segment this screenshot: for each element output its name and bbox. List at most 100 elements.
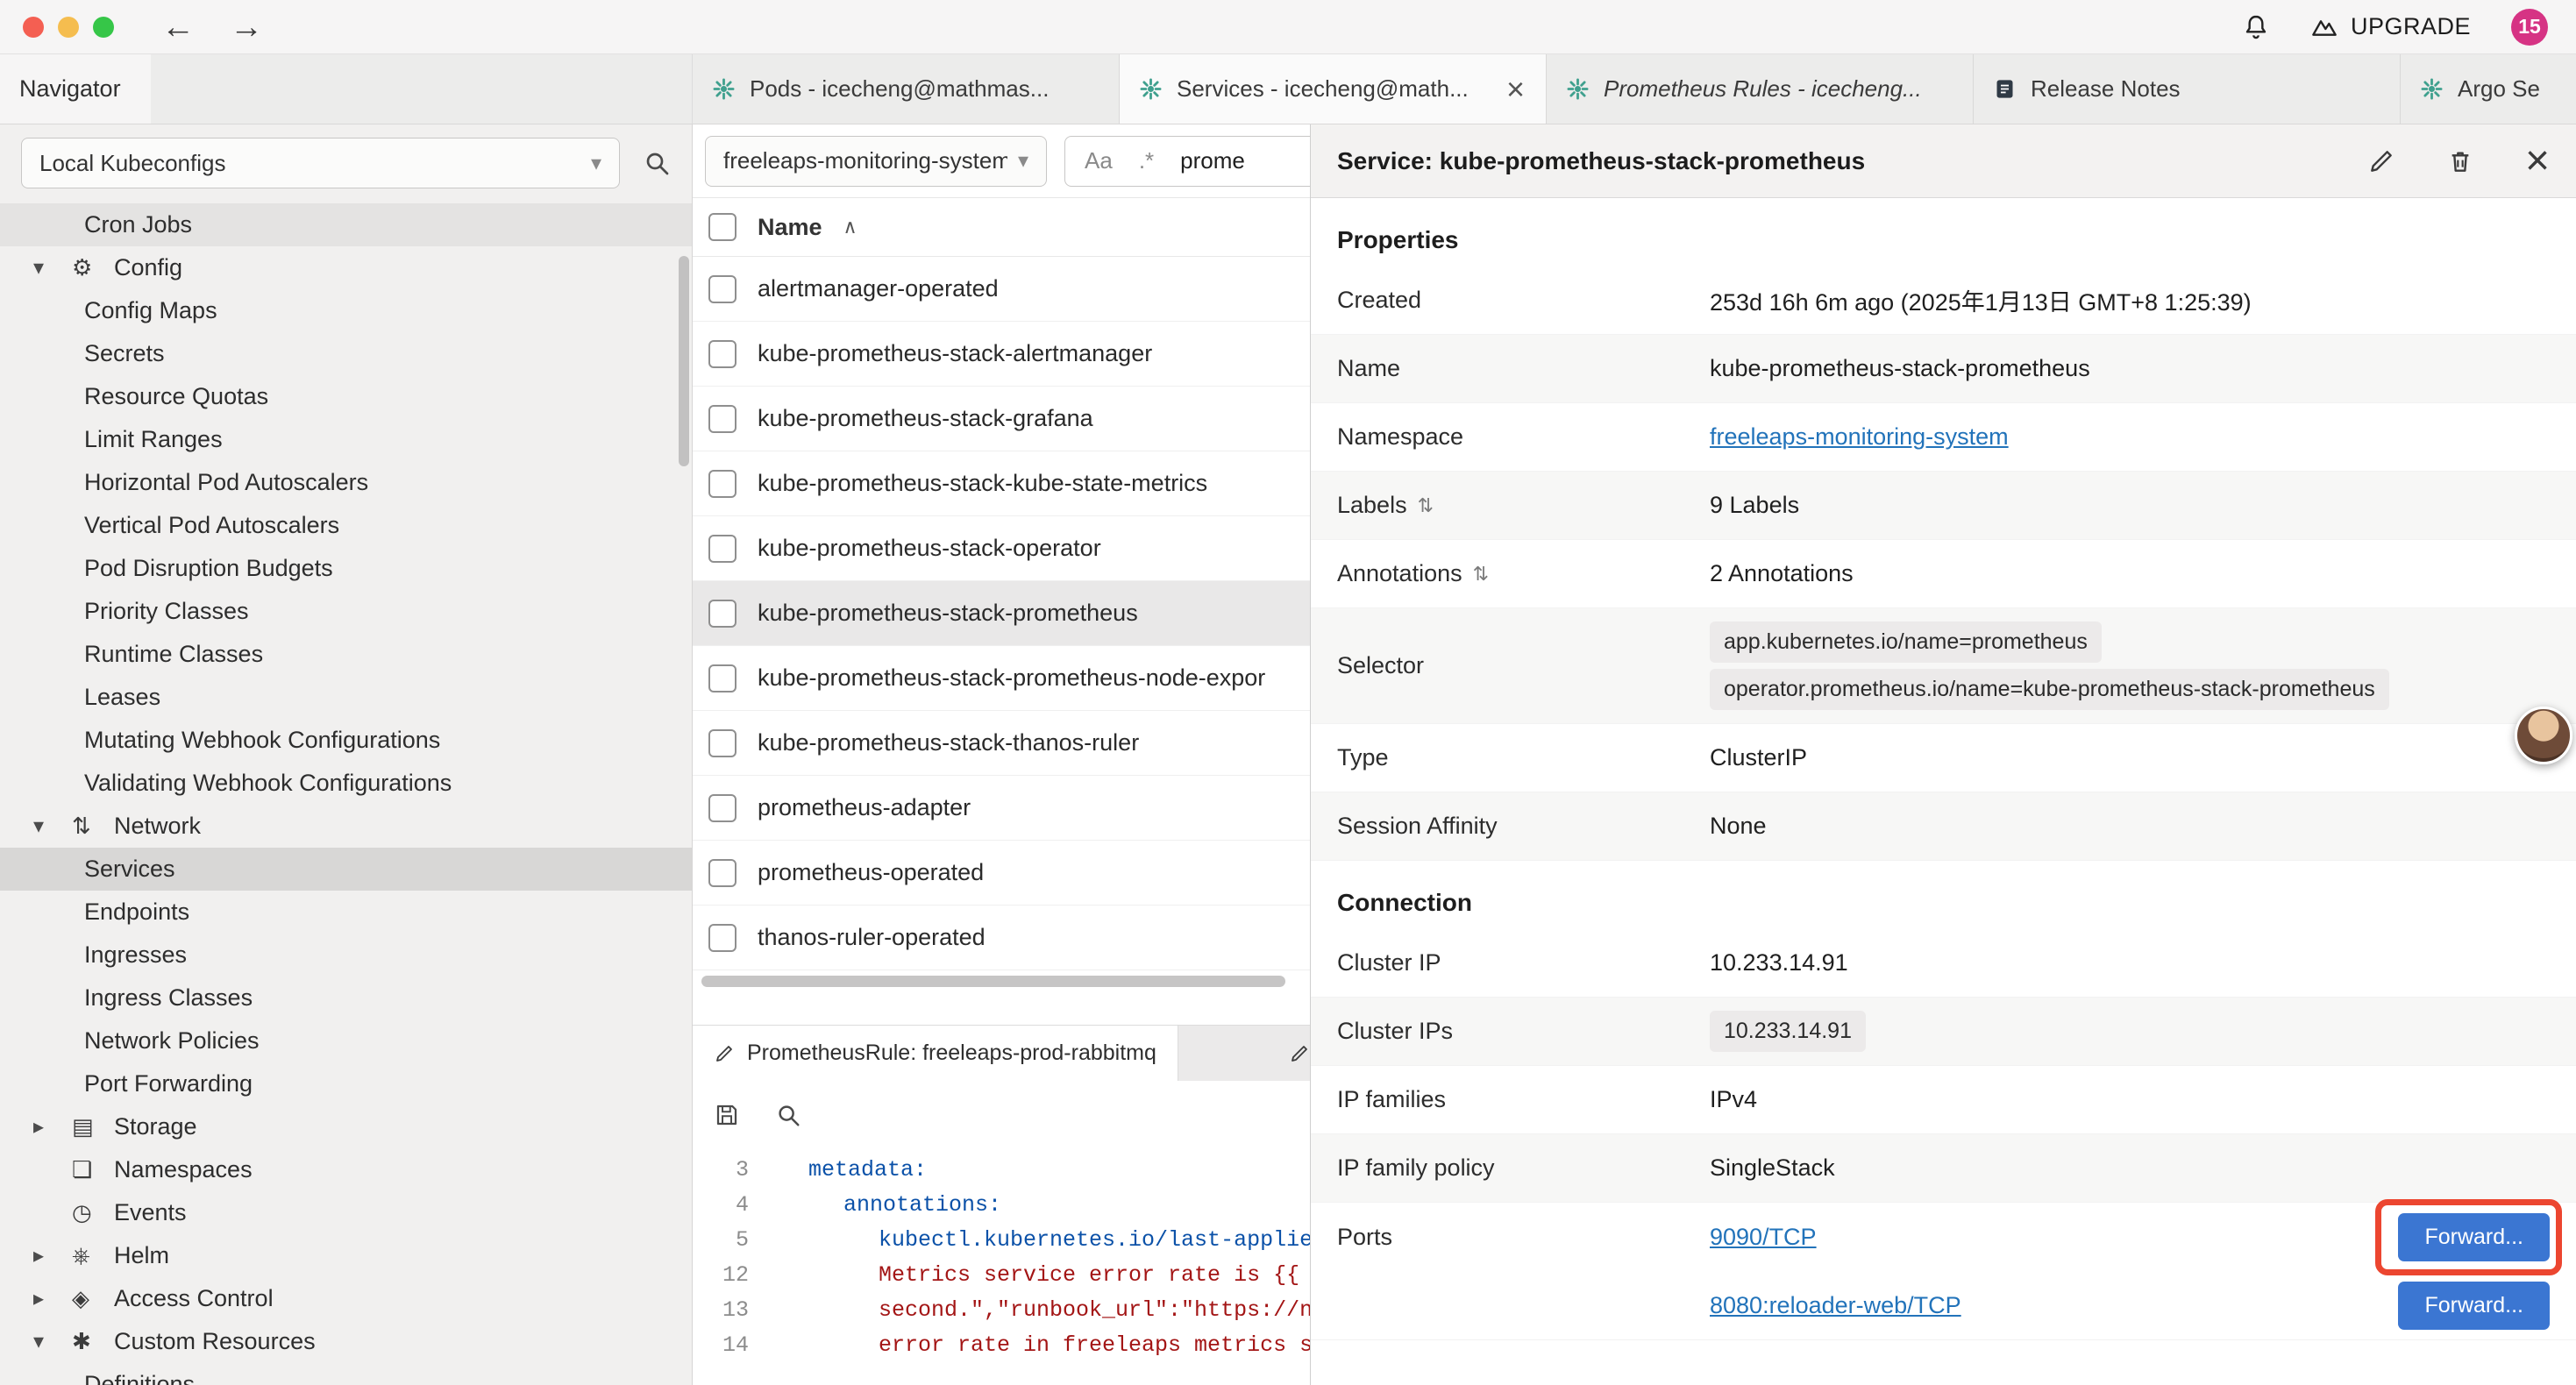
port-forward-button[interactable]: Forward... <box>2398 1213 2550 1261</box>
close-drawer-icon[interactable]: × <box>2525 140 2550 182</box>
close-window-button[interactable] <box>23 17 44 38</box>
table-row-prometheus-operated[interactable]: prometheus-operated <box>693 841 1310 906</box>
chevron-down-icon[interactable]: ▾ <box>33 255 72 281</box>
match-case-toggle[interactable]: Aa <box>1085 147 1113 174</box>
table-row-prometheus-adapter[interactable]: prometheus-adapter <box>693 776 1310 841</box>
table-row-alertmanager-operated[interactable]: alertmanager-operated <box>693 257 1310 322</box>
sidebar-item-secrets[interactable]: Secrets <box>0 332 692 375</box>
kubeconfig-selector[interactable]: Local Kubeconfigs ▾ <box>21 138 620 188</box>
name-column-header[interactable]: Name <box>758 214 822 241</box>
editor-tab-prometheusrule[interactable]: PrometheusRule: freeleaps-prod-rabbitmq <box>693 1026 1178 1081</box>
sidebar-item-network-policies[interactable]: Network Policies <box>0 1019 692 1062</box>
tab-release-notes[interactable]: Release Notes <box>1974 54 2401 124</box>
sidebar-item-access-control[interactable]: ▸◈Access Control <box>0 1277 692 1320</box>
sort-ascending-icon[interactable]: ∧ <box>843 216 857 238</box>
row-checkbox[interactable] <box>708 859 737 887</box>
row-checkbox[interactable] <box>708 275 737 303</box>
namespace-selector[interactable]: freeleaps-monitoring-system ▾ <box>705 136 1047 187</box>
table-row-kube-prometheus-stack-kube-state-metrics[interactable]: kube-prometheus-stack-kube-state-metrics <box>693 451 1310 516</box>
minimize-window-button[interactable] <box>58 17 79 38</box>
sidebar-item-endpoints[interactable]: Endpoints <box>0 891 692 934</box>
port-forward-button[interactable]: Forward... <box>2398 1282 2550 1330</box>
resource-list-panel: freeleaps-monitoring-system ▾ Aa .* prom… <box>693 124 1311 1385</box>
editor-search-icon[interactable] <box>775 1102 801 1128</box>
sidebar-item-namespaces[interactable]: ❏Namespaces <box>0 1148 692 1191</box>
sidebar-item-definitions[interactable]: Definitions <box>0 1363 692 1385</box>
sidebar-item-pod-disruption-budgets[interactable]: Pod Disruption Budgets <box>0 547 692 590</box>
back-arrow-icon[interactable]: ← <box>161 2 195 53</box>
row-checkbox[interactable] <box>708 470 737 498</box>
kubeconfig-bar: Local Kubeconfigs ▾ <box>0 124 692 202</box>
row-checkbox[interactable] <box>708 405 737 433</box>
sidebar-item-events[interactable]: ◷Events <box>0 1191 692 1234</box>
horizontal-scrollbar[interactable] <box>701 976 1285 987</box>
chevron-down-icon[interactable]: ▾ <box>33 1329 72 1354</box>
maximize-window-button[interactable] <box>93 17 114 38</box>
chevron-down-icon[interactable]: ▾ <box>33 813 72 839</box>
select-all-checkbox[interactable] <box>708 213 737 241</box>
table-row-kube-prometheus-stack-prometheus-node-expor[interactable]: kube-prometheus-stack-prometheus-node-ex… <box>693 646 1310 711</box>
notifications-bell-icon[interactable] <box>2242 13 2270 41</box>
editor-tab-partial[interactable] <box>1178 1026 1310 1081</box>
chevron-right-icon[interactable]: ▸ <box>33 1114 72 1140</box>
row-checkbox[interactable] <box>708 340 737 368</box>
sidebar-item-validating-webhook-configurations[interactable]: Validating Webhook Configurations <box>0 762 692 805</box>
table-row-kube-prometheus-stack-thanos-ruler[interactable]: kube-prometheus-stack-thanos-ruler <box>693 711 1310 776</box>
row-checkbox[interactable] <box>708 600 737 628</box>
sidebar-item-storage[interactable]: ▸▤Storage <box>0 1105 692 1148</box>
vertical-scrollbar[interactable] <box>679 256 689 466</box>
sidebar-item-leases[interactable]: Leases <box>0 676 692 719</box>
navigator-panel-tab[interactable]: Navigator <box>0 54 151 124</box>
sidebar-item-services[interactable]: Services <box>0 848 692 891</box>
tab-services-icecheng-math[interactable]: Services - icecheng@math...× <box>1120 54 1547 124</box>
sidebar-item-helm[interactable]: ▸⎈Helm <box>0 1234 692 1277</box>
sort-updown-icon[interactable]: ⇅ <box>1473 563 1489 586</box>
sidebar-search-icon[interactable] <box>643 149 671 177</box>
port-link[interactable]: 8080:reloader-web/TCP <box>1710 1292 1961 1319</box>
sidebar-item-network[interactable]: ▾⇅Network <box>0 805 692 848</box>
row-checkbox[interactable] <box>708 794 737 822</box>
table-row-kube-prometheus-stack-operator[interactable]: kube-prometheus-stack-operator <box>693 516 1310 581</box>
tab-argo-se[interactable]: Argo Se <box>2401 54 2576 124</box>
sidebar-item-priority-classes[interactable]: Priority Classes <box>0 590 692 633</box>
namespace-link[interactable]: freeleaps-monitoring-system <box>1710 423 2009 450</box>
edit-service-icon[interactable] <box>2367 147 2395 175</box>
sidebar-item-custom-resources[interactable]: ▾✱Custom Resources <box>0 1320 692 1363</box>
forward-arrow-icon[interactable]: → <box>230 2 263 53</box>
sidebar-item-cron-jobs[interactable]: Cron Jobs <box>0 203 692 246</box>
sidebar-item-horizontal-pod-autoscalers[interactable]: Horizontal Pod Autoscalers <box>0 461 692 504</box>
search-input[interactable]: Aa .* prome <box>1064 136 1310 187</box>
table-row-kube-prometheus-stack-alertmanager[interactable]: kube-prometheus-stack-alertmanager <box>693 322 1310 387</box>
row-checkbox[interactable] <box>708 664 737 692</box>
table-row-kube-prometheus-stack-grafana[interactable]: kube-prometheus-stack-grafana <box>693 387 1310 451</box>
save-icon[interactable] <box>714 1102 740 1128</box>
chevron-right-icon[interactable]: ▸ <box>33 1286 72 1311</box>
tab-pods-icecheng-mathmas[interactable]: Pods - icecheng@mathmas... <box>693 54 1120 124</box>
sidebar-item-runtime-classes[interactable]: Runtime Classes <box>0 633 692 676</box>
sidebar-item-limit-ranges[interactable]: Limit Ranges <box>0 418 692 461</box>
table-row-thanos-ruler-operated[interactable]: thanos-ruler-operated <box>693 906 1310 970</box>
sidebar-item-ingress-classes[interactable]: Ingress Classes <box>0 977 692 1019</box>
sidebar-item-mutating-webhook-configurations[interactable]: Mutating Webhook Configurations <box>0 719 692 762</box>
sidebar-item-config-maps[interactable]: Config Maps <box>0 289 692 332</box>
notification-count-badge[interactable]: 15 <box>2511 9 2548 46</box>
chevron-right-icon[interactable]: ▸ <box>33 1243 72 1268</box>
delete-service-icon[interactable] <box>2446 147 2474 175</box>
port-link[interactable]: 9090/TCP <box>1710 1224 1817 1251</box>
tab-close-icon[interactable]: × <box>1505 74 1526 105</box>
sidebar-item-vertical-pod-autoscalers[interactable]: Vertical Pod Autoscalers <box>0 504 692 547</box>
tab-prometheus-rules-icecheng[interactable]: Prometheus Rules - icecheng... <box>1547 54 1974 124</box>
row-checkbox[interactable] <box>708 535 737 563</box>
sort-updown-icon[interactable]: ⇅ <box>1418 494 1434 517</box>
sidebar-item-ingresses[interactable]: Ingresses <box>0 934 692 977</box>
row-checkbox[interactable] <box>708 924 737 952</box>
sidebar-item-port-forwarding[interactable]: Port Forwarding <box>0 1062 692 1105</box>
sidebar-item-config[interactable]: ▾⚙Config <box>0 246 692 289</box>
regex-toggle[interactable]: .* <box>1139 147 1154 174</box>
row-checkbox[interactable] <box>708 729 737 757</box>
user-avatar[interactable] <box>2515 707 2572 764</box>
sidebar-item-resource-quotas[interactable]: Resource Quotas <box>0 375 692 418</box>
upgrade-button[interactable]: UPGRADE <box>2310 13 2471 41</box>
table-row-kube-prometheus-stack-prometheus[interactable]: kube-prometheus-stack-prometheus <box>693 581 1310 646</box>
yaml-editor[interactable]: 3metadata:4annotations:5kubectl.kubernet… <box>693 1149 1310 1385</box>
